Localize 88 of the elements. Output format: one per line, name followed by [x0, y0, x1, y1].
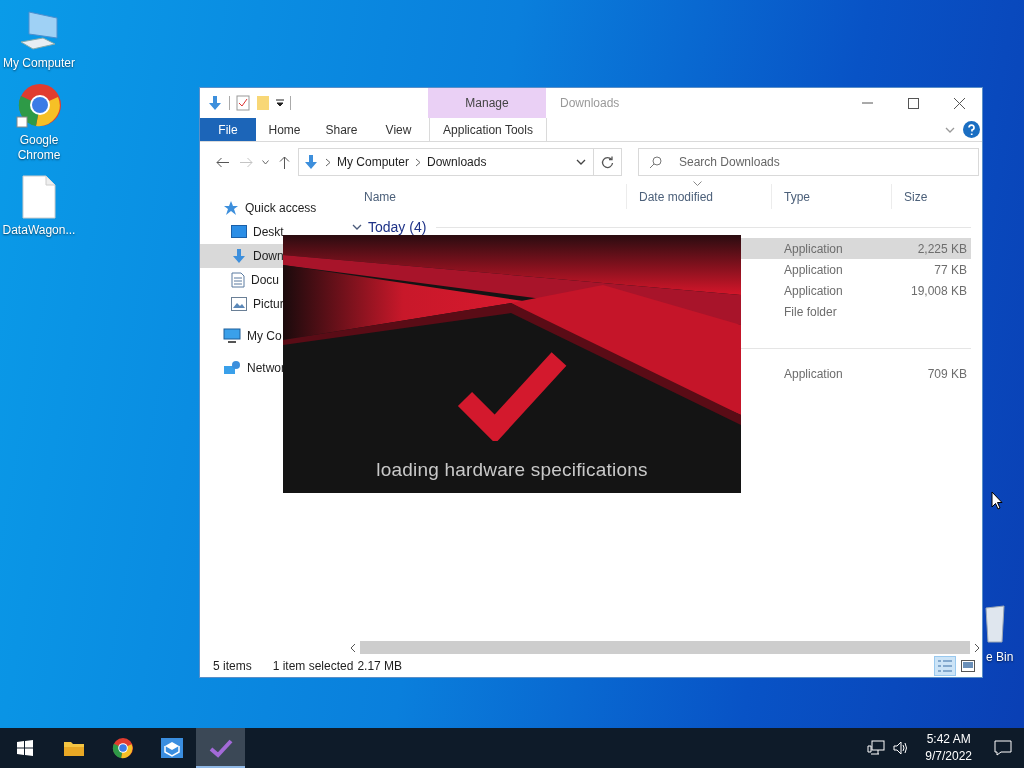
scroll-right-icon[interactable]	[972, 642, 982, 653]
nav-item[interactable]: Networ	[200, 356, 344, 380]
document-icon	[231, 272, 245, 288]
chrome-icon	[16, 83, 62, 129]
type-cell-text: Application	[783, 283, 844, 298]
file-menu-tab[interactable]: File	[200, 118, 256, 141]
chrome-icon	[111, 737, 134, 759]
computer-icon	[223, 328, 241, 344]
nav-label: Down	[253, 249, 284, 263]
nav-label: My Co	[247, 329, 282, 343]
size-cell-text: 709 KB	[926, 366, 968, 381]
sort-icon	[693, 181, 702, 186]
group-header[interactable]: Today (4)	[368, 219, 427, 235]
help-icon[interactable]	[963, 121, 980, 138]
desktop-icon	[231, 225, 247, 239]
nav-item[interactable]: Quick access	[200, 196, 344, 220]
properties-icon[interactable]	[236, 95, 250, 111]
arrow-up-icon	[278, 155, 290, 169]
ribbon-tab[interactable]: Share	[313, 118, 370, 141]
check-icon	[457, 351, 567, 441]
column-header[interactable]: Size	[891, 184, 971, 209]
network-icon	[223, 360, 241, 376]
clock-date[interactable]: 9/7/2022	[925, 748, 972, 765]
nav-label: Pictur	[253, 297, 284, 311]
nav-label: Networ	[247, 361, 285, 375]
chevron-down-icon	[352, 224, 362, 230]
file-icon	[22, 175, 56, 219]
download-icon	[207, 95, 223, 111]
chevron-right-icon	[415, 157, 422, 167]
chevron-right-icon	[325, 157, 331, 167]
pictures-icon	[231, 297, 247, 311]
nav-item[interactable]: My Co	[200, 324, 344, 348]
nav-item[interactable]: Docu	[200, 268, 344, 292]
scroll-left-icon[interactable]	[348, 642, 358, 653]
refresh-icon	[601, 155, 614, 169]
chevron-down-icon	[576, 159, 586, 165]
caret-icon	[261, 159, 269, 165]
nav-label: Quick access	[245, 201, 317, 215]
star-icon	[223, 200, 239, 216]
search-field[interactable]: Search Downloads	[638, 148, 979, 176]
nav-item[interactable]: Pictur	[200, 292, 344, 316]
download-icon	[303, 154, 319, 170]
type-cell-text: Application	[783, 241, 844, 256]
search-icon	[649, 156, 662, 169]
ribbon-tab[interactable]: Home	[256, 118, 313, 141]
download-icon	[231, 248, 247, 264]
minimize-icon	[861, 102, 873, 104]
context-ribbon-tab[interactable]: Application Tools	[429, 118, 547, 141]
scrollbar-thumb[interactable]	[360, 641, 970, 654]
speech-bubble-icon	[994, 740, 1012, 756]
nav-label: Deskt	[253, 225, 284, 239]
breadcrumb[interactable]: My Computer	[337, 155, 410, 169]
type-cell-text: Application	[783, 262, 844, 277]
dropdown-icon[interactable]	[276, 99, 284, 107]
refresh-button[interactable]	[594, 148, 622, 176]
status-text: 2.17 MB	[357, 659, 403, 673]
column-header[interactable]: Type	[771, 184, 891, 209]
nav-label: Docu	[251, 273, 279, 287]
close-icon	[953, 97, 965, 109]
status-text: 1 item selected	[272, 659, 354, 673]
address-bar[interactable]: My Computer Downloads	[298, 148, 594, 176]
type-cell-text: Application	[783, 366, 844, 381]
check-icon	[208, 738, 233, 758]
desktop-icon-label[interactable]: e Bin	[986, 650, 1014, 665]
clock-time[interactable]: 5:42 AM	[926, 731, 971, 748]
size-cell-text: 2,225 KB	[916, 241, 968, 256]
loading-text: loading hardware specifications	[376, 459, 648, 481]
folder-icon	[62, 739, 85, 757]
ribbon-tab[interactable]: View	[370, 118, 427, 141]
context-tab-header: Manage	[428, 88, 546, 118]
size-cell-text: 77 KB	[933, 262, 968, 277]
mouse-cursor-icon	[991, 491, 1003, 510]
breadcrumb[interactable]: Downloads	[427, 155, 487, 169]
arrow-left-icon	[215, 156, 229, 168]
type-cell-text: File folder	[783, 304, 838, 319]
arrow-right-icon	[239, 156, 253, 168]
nav-item[interactable]: Deskt	[200, 220, 344, 244]
size-cell-text: 19,008 KB	[909, 283, 968, 298]
windows-logo-icon	[16, 740, 33, 756]
status-text: 5 items	[213, 659, 252, 673]
chevron-down-icon	[945, 126, 955, 133]
network-icon[interactable]	[867, 740, 886, 756]
column-header[interactable]: Name	[352, 184, 626, 209]
box-icon	[159, 737, 184, 759]
volume-icon[interactable]	[893, 741, 910, 755]
maximize-icon	[907, 97, 919, 109]
column-header[interactable]: Date modified	[626, 184, 771, 209]
window-title: Downloads	[560, 96, 621, 110]
